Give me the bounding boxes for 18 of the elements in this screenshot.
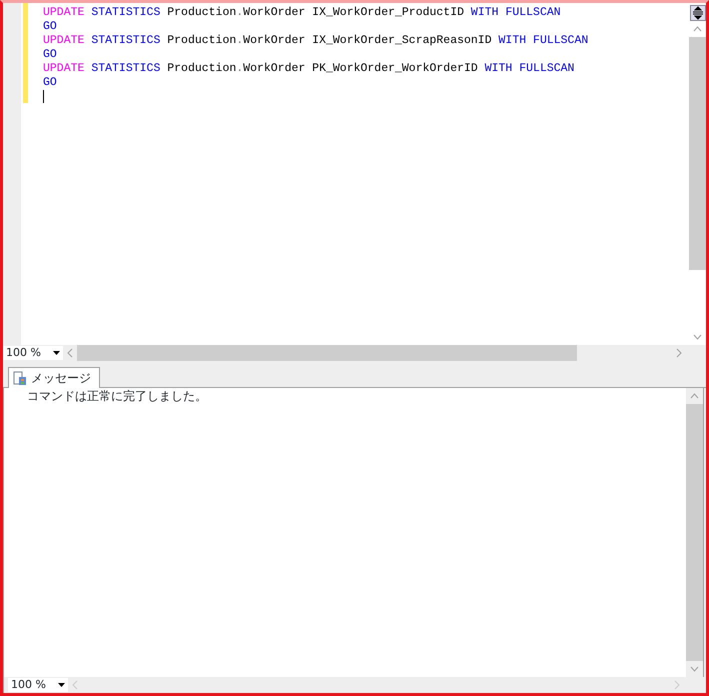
scrollbar-thumb[interactable] (689, 37, 706, 270)
text-cursor (43, 90, 44, 103)
code-line: GO (43, 76, 57, 89)
code-line: UPDATE STATISTICS Production.WorkOrder PK_WorkOrder_WorkOrderID WITH FULLSCAN (43, 62, 574, 75)
code-line: UPDATE STATISTICS Production.WorkOrder IX_WorkOrder_ProductID WITH FULLSCAN (43, 6, 561, 19)
scrollbar-thumb[interactable] (77, 345, 577, 361)
split-icon[interactable] (690, 5, 706, 21)
caret-icon (58, 683, 65, 687)
caret-icon (53, 351, 60, 355)
message-text: コマンドは正常に完了しました。 (26, 388, 208, 405)
code-line: UPDATE STATISTICS Production.WorkOrder IX_WorkOrder_ScrapReasonID WITH FULLSCAN (43, 34, 588, 47)
scrollbar-thumb[interactable] (686, 404, 703, 661)
zoom-dropdown[interactable]: 100 % (8, 678, 68, 692)
code-line: GO (43, 20, 57, 33)
code-line: GO (43, 48, 57, 61)
document-icon (13, 370, 27, 386)
zoom-dropdown[interactable]: 100 % (3, 346, 63, 360)
messages-tab[interactable]: メッセージ (8, 367, 100, 388)
